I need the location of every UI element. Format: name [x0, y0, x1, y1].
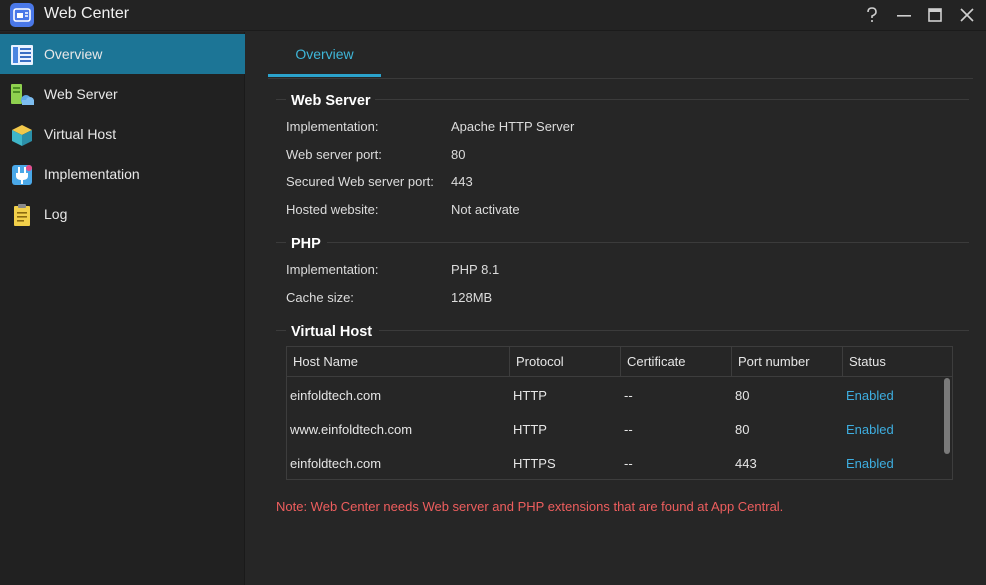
tab-divider — [268, 78, 973, 79]
sidebar-item-label: Virtual Host — [44, 126, 117, 142]
sidebar-item-log[interactable]: Log — [0, 194, 245, 234]
section-divider — [375, 99, 969, 100]
overview-icon — [11, 45, 33, 65]
table-row[interactable]: www.einfoldtech.com HTTP -- 80 Enabled — [287, 412, 952, 446]
sidebar-item-virtual-host[interactable]: Virtual Host — [0, 114, 245, 154]
host-name-cell: einfoldtech.com — [290, 456, 382, 471]
certificate-cell: -- — [624, 388, 633, 403]
column-header-protocol[interactable]: Protocol — [510, 347, 620, 377]
virtual-host-table: Host Name Protocol Certificate Port numb… — [286, 346, 953, 480]
protocol-cell: HTTP — [513, 388, 547, 403]
sidebar-item-overview[interactable]: Overview — [0, 34, 245, 74]
section-divider — [276, 242, 286, 243]
tab-active-indicator — [268, 74, 381, 77]
web-server-implementation-value: Apache HTTP Server — [451, 119, 575, 134]
web-server-port-label: Web server port: — [286, 147, 382, 162]
certificate-cell: -- — [624, 456, 633, 471]
web-center-app-icon — [10, 3, 34, 27]
table-row[interactable]: einfoldtech.com HTTPS -- 443 Enabled — [287, 446, 952, 480]
section-title-php: PHP — [291, 236, 321, 252]
host-name-cell: einfoldtech.com — [290, 388, 382, 403]
sidebar-item-label: Overview — [44, 46, 103, 62]
protocol-cell: HTTP — [513, 422, 547, 437]
port-cell: 80 — [735, 388, 750, 403]
hosted-website-label: Hosted website: — [286, 202, 379, 217]
host-name-cell: www.einfoldtech.com — [290, 422, 413, 437]
port-cell: 80 — [735, 422, 750, 437]
section-divider — [327, 242, 969, 243]
web-server-icon — [11, 84, 34, 105]
table-header: Host Name Protocol Certificate Port numb… — [287, 347, 952, 377]
table-scrollbar-thumb[interactable] — [944, 378, 950, 454]
log-icon — [14, 204, 30, 226]
sidebar: Overview Web Server Virtual Host Impleme… — [0, 32, 245, 585]
column-header-port-number[interactable]: Port number — [732, 347, 842, 377]
implementation-icon — [12, 165, 32, 185]
help-icon — [867, 7, 877, 22]
php-implementation-value: PHP 8.1 — [451, 262, 500, 277]
app-central-note: Note: Web Center needs Web server and PH… — [276, 499, 784, 514]
minimize-icon — [897, 15, 911, 17]
maximize-icon — [928, 8, 942, 22]
main-content: Overview Web Server Implementation: Apac… — [247, 32, 986, 585]
column-header-status[interactable]: Status — [843, 347, 952, 377]
web-server-port-value: 80 — [451, 147, 466, 162]
sidebar-item-label: Log — [44, 206, 68, 222]
port-cell: 443 — [735, 456, 757, 471]
minimize-button[interactable] — [892, 4, 916, 26]
title-bar: Web Center — [0, 0, 986, 31]
sidebar-item-label: Implementation — [44, 166, 140, 182]
php-implementation-label: Implementation: — [286, 262, 379, 277]
close-icon — [960, 8, 974, 22]
section-divider — [276, 330, 286, 331]
cache-size-label: Cache size: — [286, 290, 354, 305]
hosted-website-value: Not activate — [451, 202, 520, 217]
cache-size-value: 128MB — [451, 290, 493, 305]
web-server-implementation-label: Implementation: — [286, 119, 379, 134]
section-divider — [276, 99, 286, 100]
status-link[interactable]: Enabled — [846, 422, 894, 437]
sidebar-item-web-server[interactable]: Web Server — [0, 74, 245, 114]
status-link[interactable]: Enabled — [846, 456, 894, 471]
secured-port-value: 443 — [451, 174, 473, 189]
close-button[interactable] — [955, 4, 979, 26]
column-header-certificate[interactable]: Certificate — [621, 347, 731, 377]
virtual-host-icon — [12, 125, 32, 146]
status-link[interactable]: Enabled — [846, 388, 894, 403]
column-header-host-name[interactable]: Host Name — [287, 347, 509, 377]
section-title-web-server: Web Server — [291, 93, 371, 109]
sidebar-item-implementation[interactable]: Implementation — [0, 154, 245, 194]
help-button[interactable] — [860, 4, 884, 26]
window-title: Web Center — [44, 5, 130, 22]
protocol-cell: HTTPS — [513, 456, 556, 471]
section-divider — [379, 330, 969, 331]
maximize-button[interactable] — [923, 4, 947, 26]
sidebar-item-label: Web Server — [44, 86, 118, 102]
secured-port-label: Secured Web server port: — [286, 174, 434, 189]
section-title-virtual-host: Virtual Host — [291, 324, 373, 340]
table-row[interactable]: einfoldtech.com HTTP -- 80 Enabled — [287, 378, 952, 412]
certificate-cell: -- — [624, 422, 633, 437]
